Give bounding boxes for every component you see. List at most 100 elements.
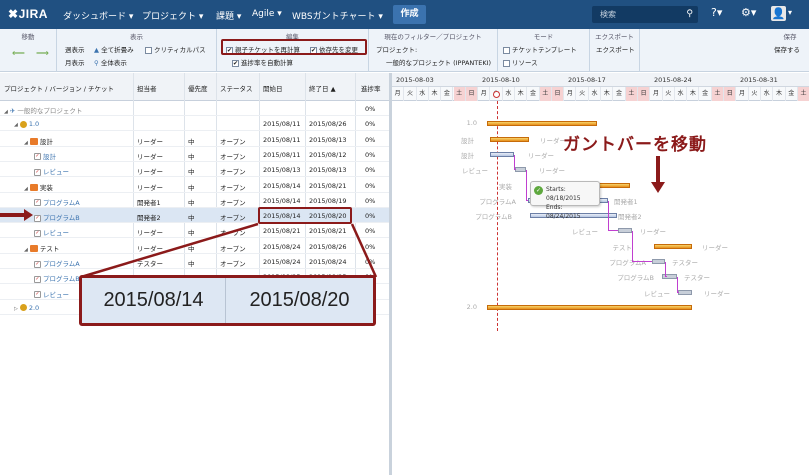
gantt-bar[interactable]: [678, 289, 692, 295]
resource-checkbox[interactable]: リソース: [503, 57, 538, 67]
cell-start[interactable]: 2015/08/14: [263, 182, 300, 190]
table-row[interactable]: ◢ 1.0 2015/08/11 2015/08/26 0%: [0, 116, 389, 132]
cell-progress: 0%: [365, 242, 376, 251]
week-view-button[interactable]: 週表示: [65, 44, 85, 54]
expand-toggle-icon[interactable]: ◢: [14, 122, 18, 128]
cell-name[interactable]: ◢ 実装: [24, 182, 53, 192]
cell-name[interactable]: ✓ プログラムB: [34, 212, 80, 222]
auto-progress-checkbox[interactable]: ✔ 進捗率を自動計算: [232, 57, 293, 67]
table-row[interactable]: ✓ プログラムA 開発者1 中 オープン 2015/08/14 2015/08/19 0%: [0, 193, 389, 208]
cell-end[interactable]: 2015/08/26: [309, 243, 346, 251]
gantt-bar[interactable]: [487, 304, 692, 310]
nav-agile[interactable]: Agile ▾: [252, 9, 282, 19]
cell-name[interactable]: ✓ レビュー: [34, 166, 69, 176]
gantt-bar[interactable]: [654, 243, 692, 249]
cell-end[interactable]: 2015/08/19: [309, 197, 346, 205]
cell-start[interactable]: 2015/08/24: [263, 243, 300, 251]
cell-name[interactable]: ✓ プログラムA: [34, 258, 80, 268]
cell-name[interactable]: ◢ テスト: [24, 243, 59, 253]
gantt-bar[interactable]: [652, 259, 665, 264]
day-label: 木: [515, 87, 528, 101]
cell-end[interactable]: 2015/08/13: [309, 136, 346, 144]
export-button[interactable]: エクスポート: [596, 44, 635, 54]
nav-issues[interactable]: 課題 ▾: [216, 9, 241, 22]
day-label: 火: [663, 87, 675, 101]
highlight-dates: [258, 207, 352, 224]
cell-start[interactable]: 2015/08/14: [263, 197, 300, 205]
table-row[interactable]: ✓ 設計 リーダー 中 オープン 2015/08/11 2015/08/12 0%: [0, 147, 389, 162]
gantt-bar[interactable]: [490, 136, 529, 142]
day-label: 月: [392, 87, 405, 101]
cell-name[interactable]: ✓ 設計: [34, 151, 56, 161]
cell-end[interactable]: 2015/08/21: [309, 182, 346, 190]
table-row[interactable]: ◢ 設計 リーダー 中 オープン 2015/08/11 2015/08/13 0%: [0, 132, 389, 147]
filter-project-value[interactable]: 一般的なプロジェクト (IPPANTEKI): [386, 57, 491, 67]
show-all-button[interactable]: ⚲ 全体表示: [94, 57, 127, 67]
table-row[interactable]: ◢ ✈ 一般的なプロジェクト 0%: [0, 101, 389, 116]
col-header-progress[interactable]: 進捗率: [361, 83, 381, 93]
cell-end[interactable]: 2015/08/24: [309, 258, 346, 266]
cell-name[interactable]: ✓ レビュー: [34, 227, 69, 237]
cell-name[interactable]: ◢ ✈ 一般的なプロジェクト: [4, 105, 82, 115]
nav-wbs-gantt[interactable]: WBSガントチャート ▾: [292, 9, 383, 22]
chevron-down-icon[interactable]: ▾: [788, 8, 792, 17]
avatar-icon[interactable]: 👤: [771, 6, 786, 21]
cell-name[interactable]: ◢ 設計: [24, 136, 53, 146]
expand-toggle-icon[interactable]: ◢: [24, 186, 28, 192]
ticket-template-checkbox[interactable]: チケットテンプレート: [503, 44, 577, 54]
cell-name[interactable]: ✓ プログラムA: [34, 197, 80, 207]
cell-start[interactable]: 2015/08/24: [263, 258, 300, 266]
cell-name[interactable]: ✓ プログラムB: [34, 273, 80, 283]
gear-icon[interactable]: ⚙▾: [741, 6, 756, 19]
cell-start[interactable]: 2015/08/11: [263, 120, 300, 128]
search-input[interactable]: 検索 ⚲: [592, 6, 698, 23]
cell-start[interactable]: 2015/08/11: [263, 136, 300, 144]
col-header-assignee[interactable]: 担当者: [137, 83, 157, 93]
expand-toggle-icon[interactable]: ◢: [24, 247, 28, 253]
grid-header: プロジェクト / バージョン / チケット 担当者 優先度 ステータス 開始日 …: [0, 73, 389, 101]
critical-path-checkbox[interactable]: クリティカルパス: [145, 44, 206, 54]
cell-start[interactable]: 2015/08/11: [263, 151, 300, 159]
month-view-button[interactable]: 月表示: [65, 57, 85, 67]
table-row[interactable]: ◢ 実装 リーダー 中 オープン 2015/08/14 2015/08/21 0%: [0, 178, 389, 193]
expand-toggle-icon[interactable]: ▷: [14, 306, 18, 312]
col-header-end[interactable]: 終了日 ▲: [309, 83, 336, 93]
cell-end[interactable]: 2015/08/21: [309, 227, 346, 235]
cell-progress: 0%: [365, 227, 376, 236]
jira-logo[interactable]: ✖JIRA: [8, 7, 48, 21]
create-button[interactable]: 作成: [393, 5, 426, 24]
cell-name[interactable]: ▷ 2.0: [14, 304, 39, 312]
cell-progress: 0%: [365, 212, 376, 221]
table-row[interactable]: ◢ テスト リーダー 中 オープン 2015/08/24 2015/08/26 0%: [0, 239, 389, 254]
cell-start[interactable]: 2015/08/13: [263, 166, 300, 174]
gantt-bar[interactable]: [490, 151, 514, 157]
col-header-start[interactable]: 開始日: [263, 83, 283, 93]
nav-projects[interactable]: プロジェクト ▾: [142, 9, 203, 22]
col-header-status[interactable]: ステータス: [220, 83, 253, 93]
table-row[interactable]: ✓ レビュー リーダー 中 オープン 2015/08/21 2015/08/21 0%: [0, 223, 389, 239]
gantt-bar[interactable]: [515, 167, 526, 173]
arrow-right-icon[interactable]: ⟹: [36, 49, 49, 59]
task-icon: ✓: [34, 291, 41, 299]
nav-dashboard[interactable]: ダッシュボード ▾: [63, 9, 133, 22]
expand-toggle-icon[interactable]: ◢: [24, 140, 28, 146]
collapse-all-button[interactable]: ▲ 全て折畳み: [94, 44, 134, 54]
help-icon[interactable]: ?▾: [711, 6, 722, 19]
cell-name[interactable]: ◢ 1.0: [14, 120, 39, 128]
table-row[interactable]: ✓ プログラムA テスター 中 オープン 2015/08/24 2015/08/24 0%: [0, 254, 389, 269]
arrow-left-icon[interactable]: ⟸: [12, 49, 25, 59]
save-button[interactable]: 保存する: [774, 44, 800, 54]
expand-toggle-icon[interactable]: ◢: [4, 109, 8, 115]
table-row[interactable]: ✓ レビュー リーダー 中 オープン 2015/08/13 2015/08/13 0%: [0, 162, 389, 178]
cell-end[interactable]: 2015/08/12: [309, 151, 346, 159]
cell-name[interactable]: ✓ レビュー: [34, 289, 69, 299]
cell-end[interactable]: 2015/08/26: [309, 120, 346, 128]
col-header-priority[interactable]: 優先度: [188, 83, 208, 93]
gantt-bar[interactable]: [618, 228, 632, 234]
cell-priority: 中: [188, 244, 195, 253]
col-header-name[interactable]: プロジェクト / バージョン / チケット: [4, 83, 114, 93]
cell-end[interactable]: 2015/08/13: [309, 166, 346, 174]
top-nav-bar: ✖JIRA ダッシュボード ▾ プロジェクト ▾ 課題 ▾ Agile ▾ WB…: [0, 0, 809, 29]
cell-start[interactable]: 2015/08/21: [263, 227, 300, 235]
gantt-bar[interactable]: [487, 121, 597, 127]
